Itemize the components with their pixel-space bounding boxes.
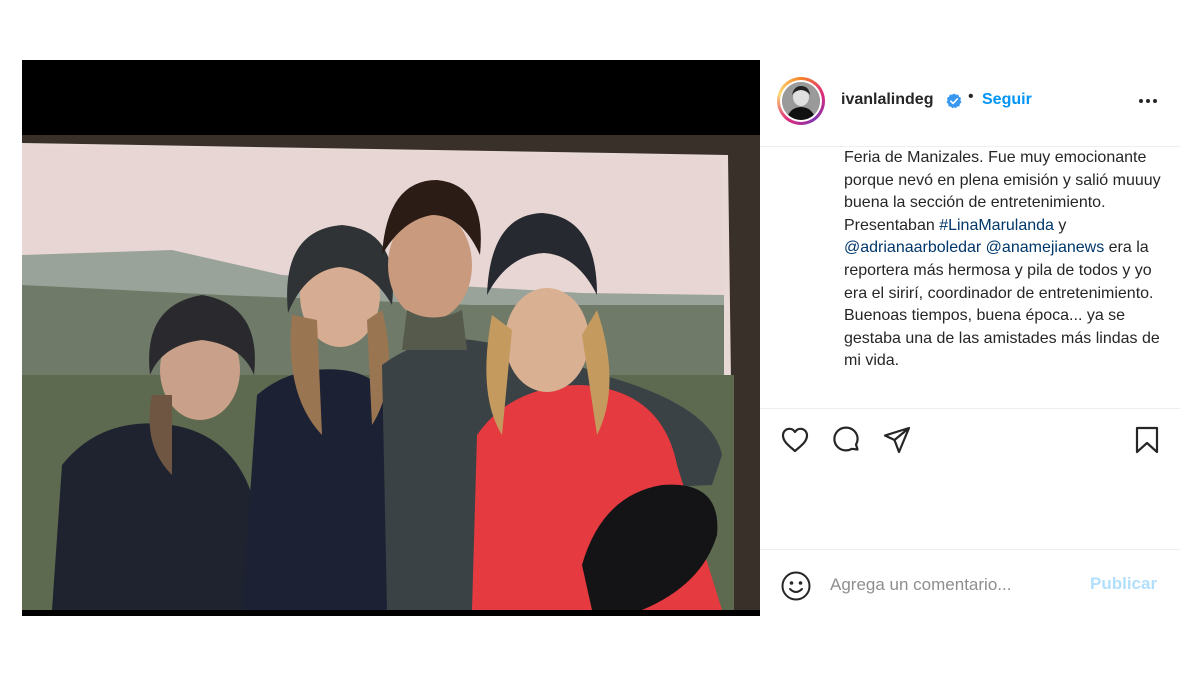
username[interactable]: ivanlalindeg	[841, 91, 933, 109]
story-ring[interactable]	[777, 77, 825, 125]
mention-link[interactable]: @anamejianews	[986, 239, 1105, 256]
verified-badge-icon	[946, 93, 962, 109]
caption-text: era la reportera más hermosa y pila de t…	[844, 239, 1160, 370]
post-media[interactable]	[22, 60, 760, 616]
hashtag-link[interactable]: #LinaMarulanda	[939, 217, 1054, 234]
comment-icon[interactable]	[831, 425, 861, 455]
post-header: ivanlalindeg • Seguir	[760, 60, 1180, 147]
bookmark-icon[interactable]	[1132, 425, 1162, 455]
comment-input[interactable]	[830, 573, 1080, 597]
paper-plane-icon[interactable]	[882, 425, 912, 455]
mention-link[interactable]: @adrianaarboledar	[844, 239, 981, 256]
heart-icon[interactable]	[780, 425, 810, 455]
action-bar	[760, 408, 1180, 454]
post-details-panel: ivanlalindeg • Seguir Feria de Manizales…	[760, 60, 1180, 616]
more-options-icon[interactable]	[1136, 88, 1160, 112]
publish-button[interactable]: Publicar	[1090, 574, 1157, 594]
post-caption: Feria de Manizales. Fue muy emocionante …	[844, 147, 1164, 407]
avatar-frame	[780, 80, 822, 122]
add-comment-bar: Publicar	[760, 549, 1180, 617]
avatar	[782, 82, 820, 120]
follow-button[interactable]: Seguir	[982, 91, 1032, 109]
post-photo	[22, 135, 760, 610]
separator-dot: •	[968, 88, 974, 105]
smiley-icon[interactable]	[780, 570, 812, 602]
caption-text: y	[1053, 216, 1067, 234]
group-photo-image	[22, 135, 760, 610]
